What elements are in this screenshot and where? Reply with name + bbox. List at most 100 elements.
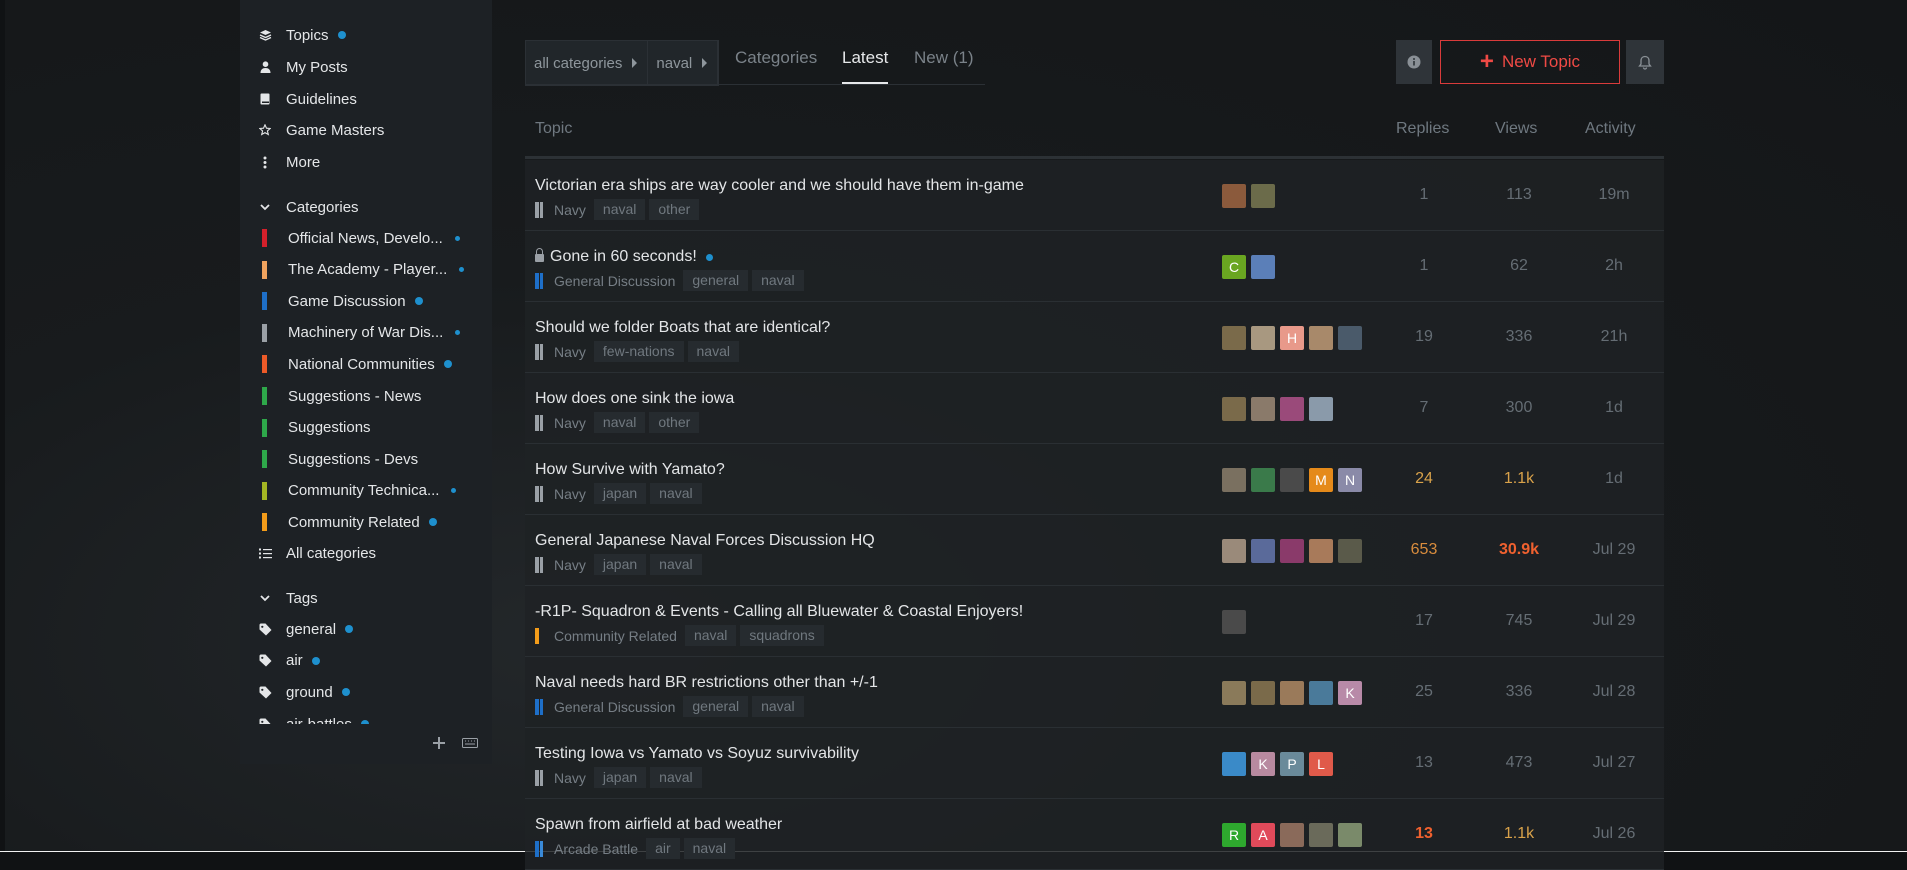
table-row[interactable]: How does one sink the iowa Navy naval other… (525, 373, 1664, 444)
topic-title[interactable]: Naval needs hard BR restrictions other t… (535, 674, 878, 692)
table-row[interactable]: Testing Iowa vs Yamato vs Soyuz survivab… (525, 728, 1664, 799)
topic-title[interactable]: How Survive with Yamato? (535, 461, 725, 479)
table-row[interactable]: Spawn from airfield at bad weather Arcade… (525, 799, 1664, 870)
column-header-topic[interactable]: Topic (535, 120, 572, 138)
category-badge[interactable]: Navy (554, 344, 586, 360)
avatar[interactable]: H (1280, 326, 1304, 350)
topic-tag[interactable]: naval (684, 625, 737, 646)
column-header-views[interactable]: Views (1495, 120, 1537, 138)
topic-tag[interactable]: naval (593, 199, 646, 220)
category-badge[interactable]: General Discussion (554, 273, 675, 289)
tab-new[interactable]: New (1) (914, 48, 974, 84)
add-section-button[interactable] (428, 732, 450, 754)
category-badge[interactable]: Arcade Battle (554, 841, 638, 857)
sidebar-category-item[interactable]: National Communities (258, 352, 478, 376)
avatar[interactable] (1222, 752, 1246, 776)
activity-time[interactable]: 1d (1574, 399, 1654, 417)
new-topic-button[interactable]: + New Topic (1440, 40, 1620, 84)
category-badge[interactable]: Navy (554, 415, 586, 431)
topic-tag[interactable]: naval (650, 554, 702, 575)
sidebar-category-item[interactable]: Community Technica... (258, 479, 478, 503)
avatar[interactable] (1280, 681, 1304, 705)
topic-tag[interactable]: general (683, 270, 749, 291)
avatar[interactable]: P (1280, 752, 1304, 776)
topic-tag[interactable]: naval (650, 483, 702, 504)
category-badge[interactable]: Community Related (554, 628, 677, 644)
topic-tag[interactable]: air (646, 838, 680, 859)
avatar[interactable]: M (1309, 468, 1333, 492)
avatar[interactable]: N (1338, 468, 1362, 492)
sidebar-category-item[interactable]: Machinery of War Dis... (258, 321, 478, 345)
activity-time[interactable]: Jul 28 (1574, 683, 1654, 701)
topic-tag[interactable]: naval (687, 341, 739, 362)
table-row[interactable]: Victorian era ships are way cooler and w… (525, 160, 1664, 231)
category-dropdown[interactable]: all categories (526, 41, 649, 85)
topic-tag[interactable]: few-nations (593, 341, 684, 362)
category-badge[interactable]: Navy (554, 486, 586, 502)
topic-title[interactable]: Gone in 60 seconds! (535, 248, 713, 266)
sidebar-tag-item[interactable]: general (258, 617, 478, 641)
avatar[interactable] (1251, 681, 1275, 705)
avatar[interactable] (1222, 468, 1246, 492)
category-badge[interactable]: General Discussion (554, 699, 675, 715)
avatar[interactable]: K (1338, 681, 1362, 705)
avatar[interactable] (1309, 681, 1333, 705)
sidebar-item-topics[interactable]: Topics (258, 23, 478, 47)
category-badge[interactable]: Navy (554, 202, 586, 218)
avatar[interactable] (1251, 326, 1275, 350)
topic-tag[interactable]: other (649, 412, 700, 433)
avatar[interactable] (1222, 326, 1246, 350)
sidebar-item-all-categories[interactable]: All categories (258, 541, 478, 565)
column-header-activity[interactable]: Activity (1585, 120, 1636, 138)
avatar[interactable] (1280, 397, 1304, 421)
categories-section-toggle[interactable]: Categories (258, 195, 478, 219)
tags-section-toggle[interactable]: Tags (258, 586, 478, 610)
topic-tag[interactable]: japan (593, 483, 647, 504)
avatar[interactable] (1251, 397, 1275, 421)
topic-tag[interactable]: japan (593, 767, 647, 788)
sidebar-item-guidelines[interactable]: Guidelines (258, 87, 478, 111)
table-row[interactable]: -R1P- Squadron & Events - Calling all Bl… (525, 586, 1664, 657)
avatar[interactable] (1251, 255, 1275, 279)
topic-title[interactable]: General Japanese Naval Forces Discussion… (535, 532, 875, 550)
sidebar-item-more[interactable]: More (258, 150, 478, 174)
avatar[interactable] (1222, 184, 1246, 208)
avatar[interactable] (1251, 539, 1275, 563)
topic-title[interactable]: Spawn from airfield at bad weather (535, 816, 782, 834)
tag-dropdown[interactable]: naval (648, 41, 719, 85)
table-row[interactable]: Gone in 60 seconds! General Discussion gen… (525, 231, 1664, 302)
avatar[interactable] (1309, 397, 1333, 421)
topic-tag[interactable]: other (649, 199, 700, 220)
sidebar-category-item[interactable]: Suggestions (258, 416, 478, 440)
activity-time[interactable]: Jul 27 (1574, 754, 1654, 772)
topic-tag[interactable]: naval (683, 838, 736, 859)
sidebar-category-item[interactable]: Suggestions - News (258, 384, 478, 408)
activity-time[interactable]: 2h (1574, 257, 1654, 275)
avatar[interactable] (1309, 823, 1333, 847)
sidebar-tag-item[interactable]: air (258, 649, 478, 673)
avatar[interactable]: K (1251, 752, 1275, 776)
sidebar-item-my-posts[interactable]: My Posts (258, 55, 478, 79)
avatar[interactable] (1338, 539, 1362, 563)
avatar[interactable]: L (1309, 752, 1333, 776)
avatar[interactable]: R (1222, 823, 1246, 847)
activity-time[interactable]: 21h (1574, 328, 1654, 346)
avatar[interactable] (1280, 539, 1304, 563)
sidebar-category-item[interactable]: Community Related (258, 510, 478, 534)
topic-title[interactable]: Victorian era ships are way cooler and w… (535, 177, 1024, 195)
keyboard-shortcuts-button[interactable] (459, 732, 481, 754)
sidebar-category-item[interactable]: Official News, Develo... (258, 226, 478, 250)
avatar[interactable] (1222, 539, 1246, 563)
activity-time[interactable]: Jul 29 (1574, 612, 1654, 630)
topic-tag[interactable]: naval (650, 767, 702, 788)
sidebar-scroll-area[interactable]: Topics My Posts Guidelines Game Masters More… (240, 0, 492, 724)
topic-tag[interactable]: naval (752, 270, 804, 291)
table-row[interactable]: General Japanese Naval Forces Discussion… (525, 515, 1664, 586)
tab-categories[interactable]: Categories (735, 48, 817, 84)
topic-tag[interactable]: general (683, 696, 749, 717)
topic-title[interactable]: Should we folder Boats that are identica… (535, 319, 830, 337)
topic-tag[interactable]: naval (752, 696, 804, 717)
table-row[interactable]: How Survive with Yamato? Navy japan naval M N… (525, 444, 1664, 515)
column-header-replies[interactable]: Replies (1396, 120, 1449, 138)
sidebar-tag-item[interactable]: ground (258, 680, 478, 704)
